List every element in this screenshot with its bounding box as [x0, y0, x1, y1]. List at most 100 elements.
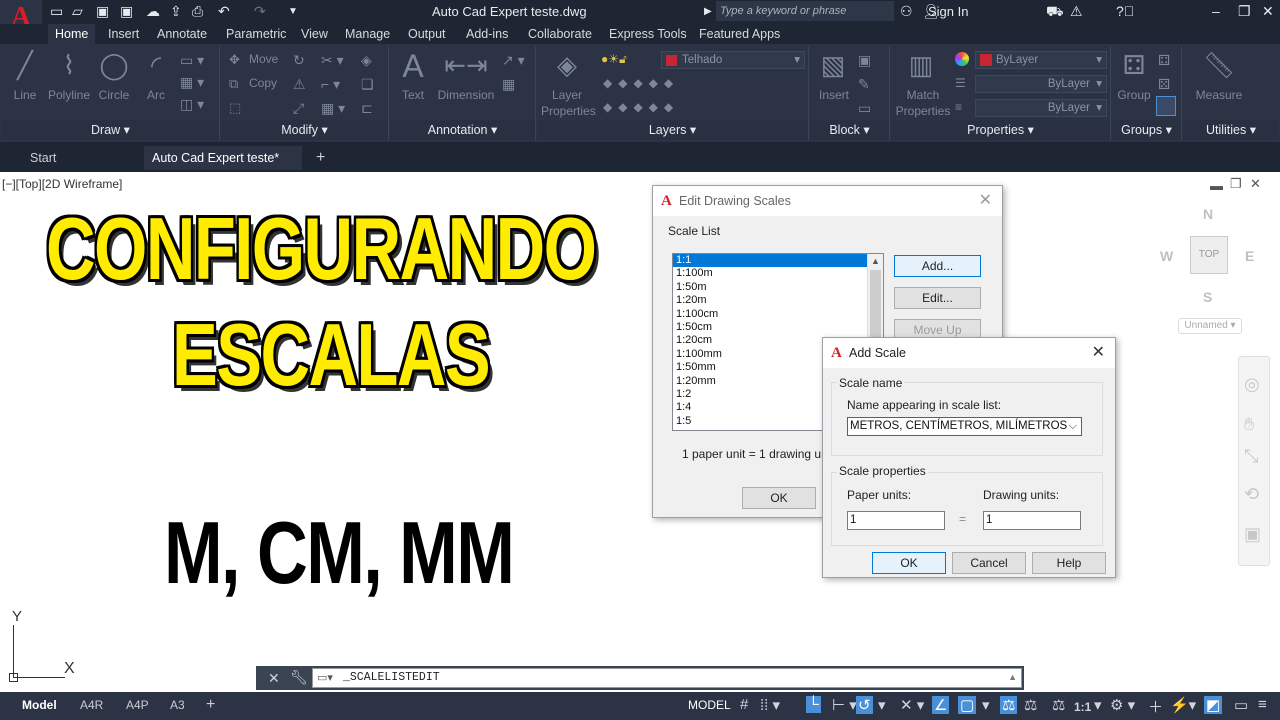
sign-in-button[interactable]: Sign In: [928, 4, 968, 19]
move-icon[interactable]: ✥: [229, 52, 240, 68]
command-history-icon[interactable]: ▲: [1008, 672, 1017, 682]
move-tool[interactable]: Move: [249, 52, 278, 66]
layout-tab-model[interactable]: Model: [16, 694, 63, 716]
minimize-icon[interactable]: –: [1212, 3, 1220, 19]
osnap-dropdown-icon[interactable]: ▾: [878, 696, 886, 714]
annotation-autoscale-icon[interactable]: ⚖: [1024, 696, 1037, 714]
erase-icon[interactable]: ◈: [361, 52, 372, 69]
polyline-tool[interactable]: Polyline: [42, 88, 96, 102]
object-snap-tracking-icon[interactable]: ↺: [856, 696, 873, 714]
restore-icon[interactable]: ❐: [1238, 3, 1251, 20]
help-button[interactable]: Help: [1032, 552, 1106, 574]
paper-units-input[interactable]: 1: [847, 511, 945, 530]
polar-icon[interactable]: ⊢ ▾: [832, 696, 857, 714]
tab-express-tools[interactable]: Express Tools: [602, 24, 694, 44]
viewport-close-icon[interactable]: ✕: [1250, 176, 1261, 192]
workspace-gear-icon[interactable]: ⚙ ▾: [1110, 696, 1135, 714]
pan-icon[interactable]: ✋︎: [1244, 414, 1254, 435]
tab-output[interactable]: Output: [401, 24, 453, 44]
measure-tool[interactable]: Measure: [1191, 88, 1247, 102]
close-icon[interactable]: ✕: [1262, 3, 1274, 20]
new-layout-icon[interactable]: +: [200, 694, 221, 716]
measure-icon[interactable]: 📏︎: [1195, 50, 1243, 81]
arc-tool[interactable]: Arc: [138, 88, 174, 102]
panel-title-groups[interactable]: Groups ▾: [1112, 120, 1181, 140]
steering-wheel-icon[interactable]: ◎: [1244, 374, 1260, 395]
viewport-restore-icon[interactable]: ❐: [1230, 176, 1242, 192]
attribute-icon[interactable]: ▭: [858, 100, 871, 117]
layer-dropdown[interactable]: Telhado ▾: [661, 51, 805, 69]
explode-icon[interactable]: ❏: [361, 76, 374, 93]
clean-screen-icon[interactable]: ▭: [1234, 696, 1248, 714]
text-tool[interactable]: Text: [396, 88, 430, 102]
mirror-icon[interactable]: ⚠: [293, 76, 306, 93]
tab-featured-apps[interactable]: Featured Apps: [692, 24, 787, 44]
circle-tool[interactable]: Circle: [94, 88, 134, 102]
line-icon[interactable]: ╱: [8, 50, 42, 81]
group-icon[interactable]: ⚃: [1116, 50, 1152, 81]
scale-name-combo[interactable]: METROS, CENTÍMETROS, MILÍMETROS ⌵: [847, 417, 1082, 436]
viewcube-top-face[interactable]: TOP: [1190, 236, 1228, 274]
rectangle-icon[interactable]: ▭ ▾: [180, 52, 204, 69]
array-icon[interactable]: ▦ ▾: [321, 100, 345, 117]
scale-list-item[interactable]: 1:100cm: [673, 308, 867, 321]
ungroup-icon[interactable]: ⚃: [1158, 52, 1170, 69]
ok-button[interactable]: OK: [742, 487, 816, 509]
circle-icon[interactable]: ◯: [94, 50, 134, 81]
drawing-units-input[interactable]: 1: [983, 511, 1081, 530]
help-icon[interactable]: ?⃝: [1116, 3, 1134, 19]
lineweight-icon[interactable]: ≡: [955, 100, 962, 114]
panel-title-utilities[interactable]: Utilities ▾: [1183, 120, 1279, 140]
tab-annotate[interactable]: Annotate: [150, 24, 214, 44]
share-icon[interactable]: ⇪: [170, 3, 182, 20]
undo-icon[interactable]: ↶: [218, 3, 230, 20]
new-icon[interactable]: ▭: [50, 3, 63, 20]
viewcube-north[interactable]: N: [1203, 206, 1213, 222]
copy-icon[interactable]: ⧉: [229, 76, 238, 92]
ok-button[interactable]: OK: [872, 552, 946, 574]
snap-icon[interactable]: ⁞⁞ ▾: [760, 696, 780, 714]
tab-manage[interactable]: Manage: [338, 24, 397, 44]
ortho-icon[interactable]: └: [806, 696, 821, 713]
linetype-icon[interactable]: ☰: [955, 76, 966, 90]
panel-title-annotation[interactable]: Annotation ▾: [390, 120, 535, 140]
redo-icon[interactable]: ↷: [254, 3, 266, 20]
grid-icon[interactable]: #: [740, 696, 748, 713]
trim-icon[interactable]: ✂ ▾: [321, 52, 344, 69]
insert-tool[interactable]: Insert: [814, 88, 854, 102]
open-icon[interactable]: ▱: [72, 3, 83, 20]
panel-title-properties[interactable]: Properties ▾: [891, 120, 1110, 140]
linetype-dropdown[interactable]: ByLayer ▾: [975, 75, 1107, 93]
viewcube-south[interactable]: S: [1203, 289, 1212, 305]
plot-icon[interactable]: ⎙: [192, 3, 203, 20]
close-command-icon[interactable]: ✕: [268, 670, 280, 687]
scroll-thumb[interactable]: [870, 270, 881, 340]
viewport-minimize-icon[interactable]: ▬: [1210, 178, 1223, 193]
insert-icon[interactable]: ▧: [816, 50, 850, 81]
scale-list-item[interactable]: 1:50cm: [673, 321, 867, 334]
viewcube-east[interactable]: E: [1245, 248, 1254, 264]
annotation-monitor-icon[interactable]: ＋: [1148, 696, 1163, 717]
scale-list-item[interactable]: 1:20m: [673, 294, 867, 307]
layer-properties-tool-line1[interactable]: Layer: [541, 88, 593, 102]
annotation-scale-icon[interactable]: ⚖: [1052, 696, 1065, 714]
tab-insert[interactable]: Insert: [101, 24, 146, 44]
add-button[interactable]: Add...: [894, 255, 981, 277]
scale-list-item[interactable]: 1:100m: [673, 267, 867, 280]
binoculars-icon[interactable]: ⚇: [900, 3, 913, 20]
layout-tab-a3[interactable]: A3: [164, 694, 191, 716]
line-tool[interactable]: Line: [8, 88, 42, 102]
cart-icon[interactable]: ⛟: [1046, 3, 1064, 22]
viewcube-west[interactable]: W: [1160, 248, 1173, 264]
cloud-icon[interactable]: ☁: [146, 3, 160, 20]
offset-icon[interactable]: ⊏: [361, 100, 373, 117]
viewport-controls[interactable]: [−][Top][2D Wireframe]: [2, 177, 122, 191]
panel-title-modify[interactable]: Modify ▾: [221, 120, 388, 140]
layer-tools-row2[interactable]: ◆◆◆◆◆: [603, 100, 679, 114]
tab-add-ins[interactable]: Add-ins: [459, 24, 515, 44]
scale-dropdown-icon[interactable]: ▾: [1094, 696, 1102, 714]
selection-dropdown-icon[interactable]: ▾: [982, 696, 990, 714]
copy-tool[interactable]: Copy: [249, 76, 277, 90]
tab-view[interactable]: View: [294, 24, 335, 44]
edit-button[interactable]: Edit...: [894, 287, 981, 309]
